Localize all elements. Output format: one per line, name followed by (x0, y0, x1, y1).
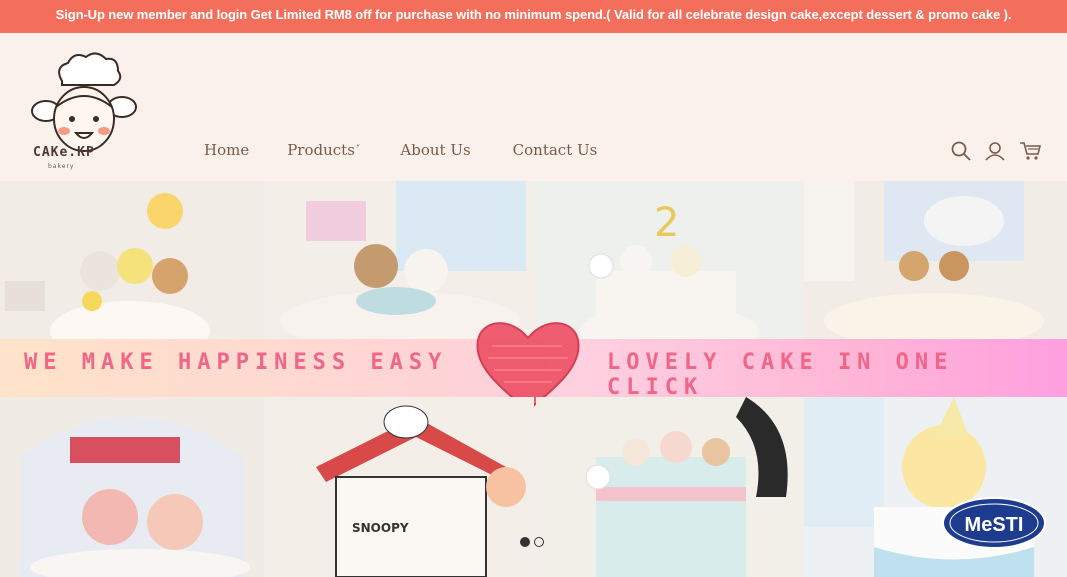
main-nav: Home Products˅ About Us Contact Us (204, 141, 597, 159)
cake-photo (0, 397, 264, 577)
carousel-dot-2[interactable] (534, 537, 544, 547)
announcement-bar: Sign-Up new member and login Get Limited… (0, 0, 1067, 33)
banner-right-text: LOVELY CAKE IN ONE CLICK (607, 350, 954, 400)
cake-photo (0, 181, 264, 339)
logo-name: CAKe.KP (33, 145, 95, 160)
announcement-text: Sign-Up new member and login Get Limited… (55, 7, 1012, 22)
nav-products-label: Products (287, 141, 355, 159)
carousel-dots (520, 537, 544, 547)
site-header: CAKe.KP bakery Home Products˅ About Us C… (0, 33, 1067, 181)
number-candle: 2 (654, 200, 679, 246)
cart-icon[interactable] (1019, 141, 1042, 161)
chevron-down-icon: ˅ (355, 145, 361, 155)
nav-home[interactable]: Home (204, 141, 249, 159)
header-icons (951, 141, 1042, 161)
snoopy-label: SNOOPY (352, 521, 409, 535)
carousel-dot-1[interactable] (520, 537, 530, 547)
cake-photo (536, 397, 802, 577)
nav-products[interactable]: Products˅ (287, 141, 360, 159)
banner-left-text: WE MAKE HAPPINESS EASY (24, 350, 448, 375)
mesti-badge: MeSTI (942, 497, 1046, 549)
nav-contact[interactable]: Contact Us (513, 141, 598, 159)
user-icon[interactable] (985, 141, 1005, 161)
cake-photo: SNOOPY (266, 397, 534, 577)
mesti-text: MeSTI (965, 514, 1024, 536)
nav-about[interactable]: About Us (400, 141, 470, 159)
cake-photo (804, 181, 1067, 339)
hero-carousel[interactable]: 2 WE MAKE HAPPINESS EASY LOVELY CAKE IN … (0, 181, 1067, 577)
search-icon[interactable] (951, 141, 971, 161)
logo-subtitle: bakery (48, 163, 75, 170)
cake-photo (804, 397, 1067, 577)
